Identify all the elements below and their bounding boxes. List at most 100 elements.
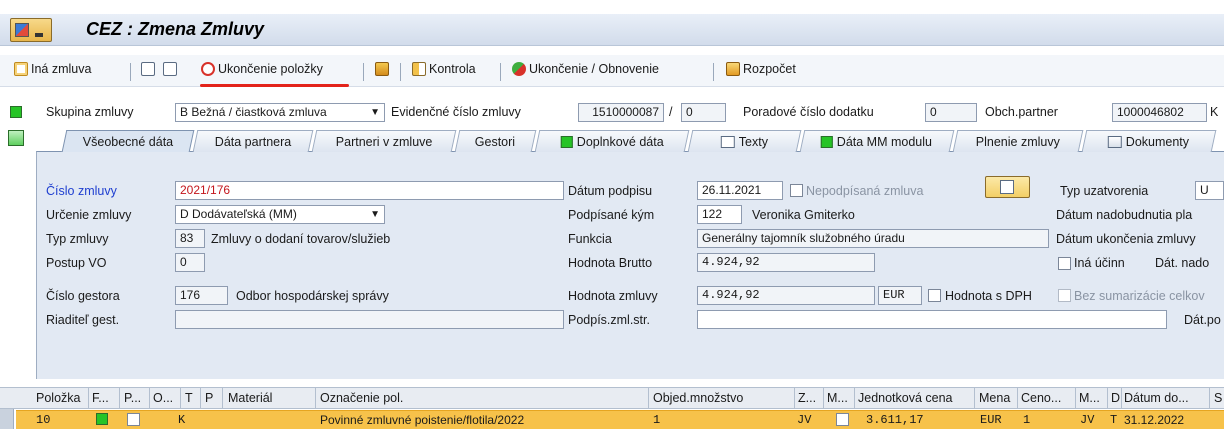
tab-partner-data[interactable]: Dáta partnera [192, 130, 314, 152]
tab-fulfillment[interactable]: Plnenie zmluvy [952, 130, 1084, 152]
tab-texts[interactable]: Texty [687, 130, 802, 152]
chevron-down-icon[interactable]: ▼ [370, 107, 380, 118]
gross-value-field[interactable]: 4.924,92 [697, 253, 875, 272]
procedure-field[interactable]: 0 [175, 253, 205, 272]
app-menu-icon[interactable] [10, 18, 52, 42]
gestor-code-field[interactable]: 176 [175, 286, 228, 305]
closing-type-field[interactable]: U [1195, 181, 1224, 200]
column-divider [1107, 388, 1108, 408]
tab-label: Všeobecné dáta [82, 134, 174, 149]
col-material[interactable]: Materiál [228, 391, 272, 405]
no-summary-label: Bez sumarizácie celkov [1074, 289, 1205, 303]
budget-button[interactable]: Rozpočet [726, 62, 796, 76]
check-icon [412, 62, 426, 76]
addendum-field[interactable]: 0 [925, 103, 977, 122]
tab-partners[interactable]: Partneri v zmluve [311, 130, 457, 152]
col-price-unit[interactable]: Ceno... [1021, 391, 1061, 405]
cell-d: T [1110, 413, 1118, 427]
col-p[interactable]: P... [124, 391, 141, 405]
end-item-icon [201, 62, 215, 76]
column-divider [315, 388, 316, 408]
contract-number-field[interactable]: 2021/176 [175, 181, 564, 200]
contract-value-label: Hodnota zmluvy [568, 289, 658, 303]
date-from-label: Dát.po [1184, 313, 1221, 327]
column-divider [119, 388, 120, 408]
toolbar-separator [363, 63, 364, 81]
col-p2[interactable]: P [205, 391, 213, 405]
gestor-label: Číslo gestora [46, 289, 120, 303]
col-currency[interactable]: Mena [979, 391, 1010, 405]
organization-button[interactable] [375, 62, 389, 76]
col-unit-price[interactable]: Jednotková cena [858, 391, 953, 405]
partner-field[interactable]: 1000046802 [1112, 103, 1207, 122]
no-summary-checkbox[interactable] [1058, 289, 1071, 302]
documents-icon [1108, 135, 1123, 148]
gestor-text: Odbor hospodárskej správy [236, 289, 389, 303]
director-label: Riaditeľ gest. [46, 313, 120, 327]
sign-date-field[interactable]: 26.11.2021 [697, 181, 783, 200]
col-s[interactable]: S [1214, 391, 1222, 405]
evid-number-field[interactable]: 1510000087 [578, 103, 664, 122]
director-field[interactable] [175, 310, 564, 329]
renewal-icon [512, 62, 526, 76]
tab-additional-data[interactable]: Doplnkové dáta [534, 130, 690, 152]
purpose-select[interactable]: D Dodávateľská (MM) ▼ [175, 205, 385, 224]
contract-value-field[interactable]: 4.924,92 [697, 286, 875, 305]
partner-label: Obch.partner [985, 105, 1058, 119]
group-select[interactable]: B Bežná / čiastková zmluva ▼ [175, 103, 385, 122]
end-date-label: Dátum ukončenia zmluvy [1056, 232, 1196, 246]
unsigned-checkbox[interactable] [790, 184, 803, 197]
col-f[interactable]: F... [92, 391, 109, 405]
cell-designation: Povinné zmluvné poistenie/flotila/2022 [320, 413, 525, 427]
window-title: CEZ : Zmena Zmluvy [86, 19, 265, 39]
check-button[interactable]: Kontrola [412, 62, 476, 76]
col-d[interactable]: D [1111, 391, 1120, 405]
col-quantity[interactable]: Objed.množstvo [653, 391, 743, 405]
organization-icon [375, 62, 389, 76]
function-label: Funkcia [568, 232, 612, 246]
row-m-checkbox[interactable] [836, 413, 849, 426]
end-renewal-button[interactable]: Ukončenie / Obnovenie [512, 62, 659, 76]
document-list-icon [141, 62, 155, 76]
effective-date-label: Dát. nado [1155, 256, 1210, 270]
tree-toggle-icon[interactable] [8, 130, 24, 146]
tab-label: Gestori [475, 134, 516, 149]
other-contract-button[interactable]: Iná zmluva [14, 62, 91, 76]
type-code-field[interactable]: 83 [175, 229, 205, 248]
tab-label: Texty [738, 134, 768, 149]
cell-price-unit: 1 [1023, 413, 1031, 427]
col-m[interactable]: M... [827, 391, 848, 405]
cell-o: K [178, 413, 186, 427]
col-polozka[interactable]: Položka [36, 391, 80, 405]
col-designation[interactable]: Označenie pol. [320, 391, 403, 405]
green-square-icon [560, 135, 573, 148]
signed-by-code-field[interactable]: 122 [697, 205, 742, 224]
row-checkbox[interactable] [127, 413, 140, 426]
tab-general[interactable]: Všeobecné dáta [61, 130, 195, 152]
col-z[interactable]: Z... [798, 391, 816, 405]
tab-mm-data[interactable]: Dáta MM modulu [799, 130, 955, 152]
evid-sub-field[interactable]: 0 [681, 103, 726, 122]
tab-gestors[interactable]: Gestori [454, 130, 537, 152]
column-divider [794, 388, 795, 408]
function-field[interactable]: Generálny tajomník služobného úradu [697, 229, 1049, 248]
currency-field[interactable]: EUR [878, 286, 922, 305]
col-t[interactable]: T [185, 391, 193, 405]
other-effect-label: Iná účinn [1074, 256, 1125, 270]
tab-label: Dokumenty [1126, 134, 1190, 149]
tab-documents[interactable]: Dokumenty [1081, 130, 1217, 152]
col-date-to[interactable]: Dátum do... [1124, 391, 1189, 405]
vat-checkbox[interactable] [928, 289, 941, 302]
col-m2[interactable]: M... [1079, 391, 1100, 405]
prev-document-button[interactable] [141, 62, 155, 76]
next-document-button[interactable] [163, 62, 177, 76]
end-item-button[interactable]: Ukončenie položky [201, 62, 323, 76]
sign-page-field[interactable] [697, 310, 1167, 329]
col-o[interactable]: O... [153, 391, 173, 405]
table-row[interactable] [16, 410, 1224, 429]
row-selector[interactable] [0, 409, 14, 429]
column-divider [1209, 388, 1210, 408]
other-effect-checkbox[interactable] [1058, 257, 1071, 270]
chevron-down-icon[interactable]: ▼ [370, 209, 380, 220]
partner-lookup-button[interactable] [985, 176, 1030, 198]
